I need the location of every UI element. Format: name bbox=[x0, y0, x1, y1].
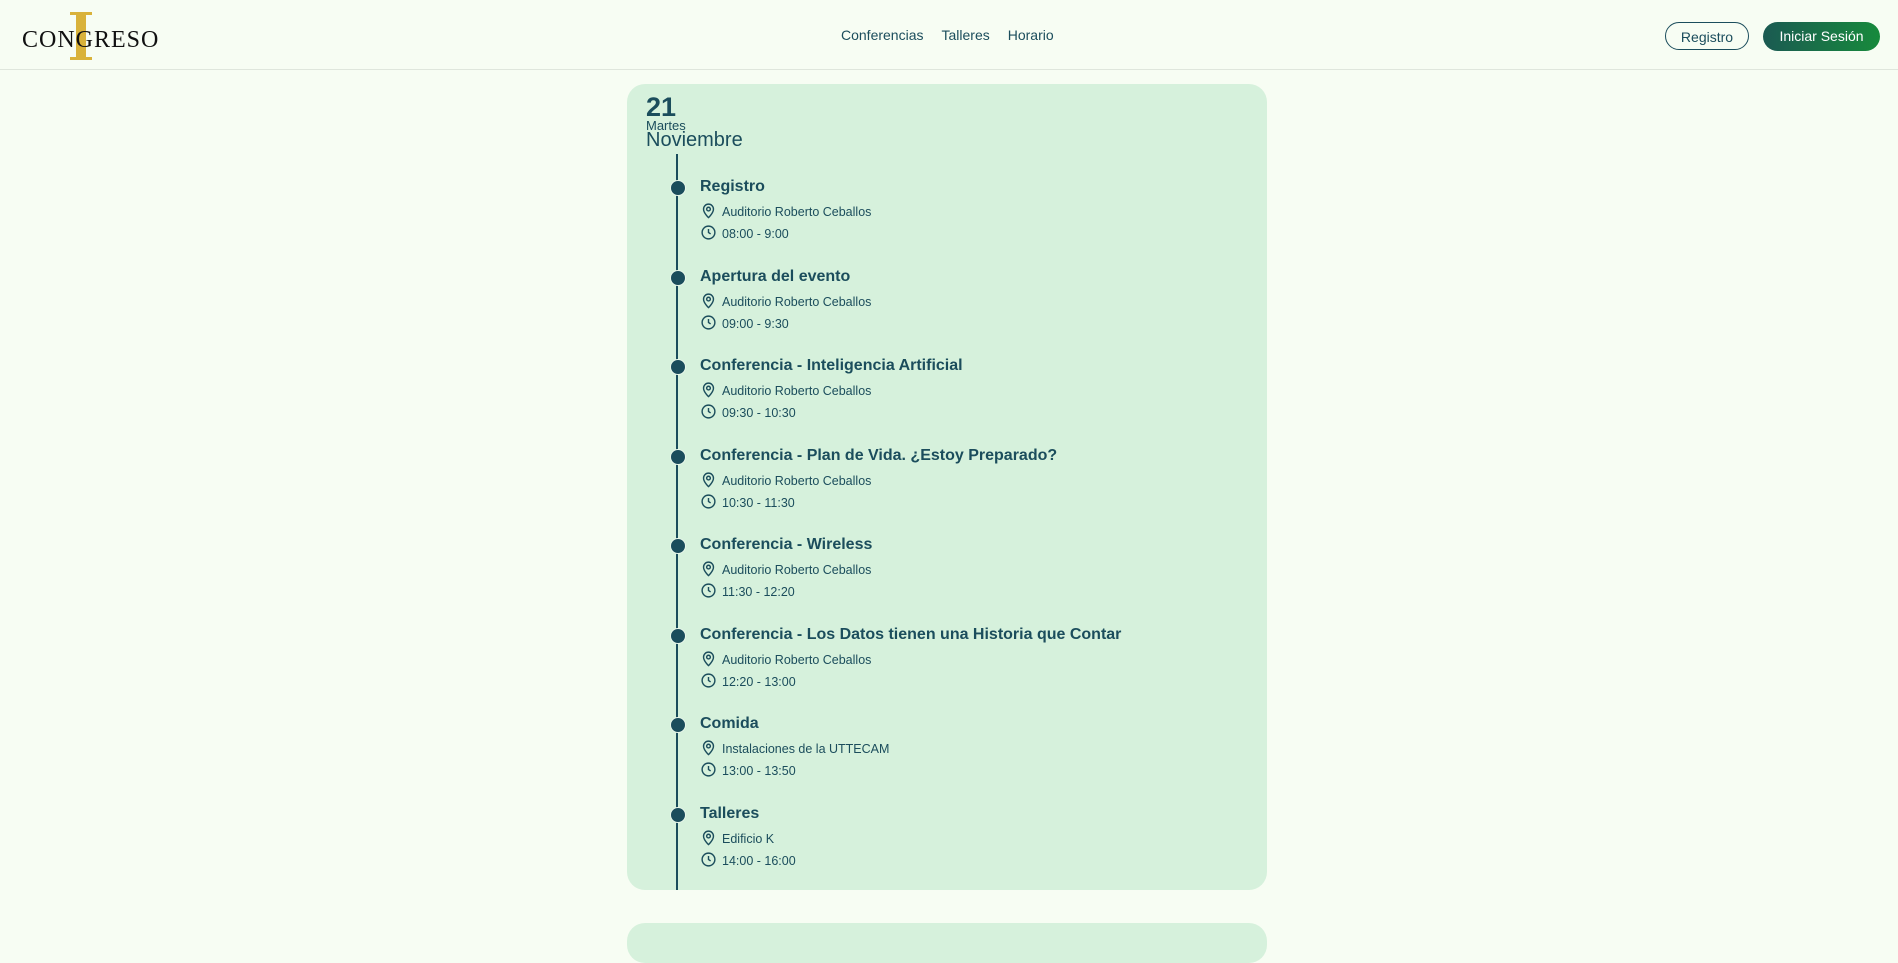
clock-icon bbox=[700, 314, 717, 334]
event-location-text: Auditorio Roberto Ceballos bbox=[722, 563, 872, 577]
month-label: Noviembre bbox=[646, 129, 743, 151]
event-location-text: Auditorio Roberto Ceballos bbox=[722, 652, 872, 667]
map-pin-icon bbox=[700, 471, 717, 491]
event-location-text: Auditorio Roberto Ceballos bbox=[722, 205, 872, 219]
event-title: Conferencia - Los Datos tienen una Histo… bbox=[700, 625, 1122, 643]
timeline-dot bbox=[670, 180, 686, 196]
event-time-text: 12:20 - 13:00 bbox=[722, 674, 796, 689]
site-header: CONGRESO Conferencias Talleres Horario R… bbox=[0, 0, 1898, 70]
main-nav: Conferencias Talleres Horario bbox=[841, 27, 1054, 43]
event-time: 10:30 - 11:30 bbox=[700, 493, 795, 513]
schedule-event: Conferencia - Plan de Vida. ¿Estoy Prepa… bbox=[627, 443, 1267, 531]
event-location: Instalaciones de la UTTECAM bbox=[700, 740, 889, 758]
event-title: Conferencia - Inteligencia Artificial bbox=[700, 357, 963, 374]
map-pin-icon bbox=[700, 381, 717, 401]
timeline-dot bbox=[670, 627, 686, 644]
timeline-dot bbox=[670, 359, 686, 375]
event-title: Apertura del evento bbox=[700, 267, 851, 285]
event-location-text: Auditorio Roberto Ceballos bbox=[722, 294, 872, 309]
clock-icon bbox=[700, 672, 717, 692]
clock-icon bbox=[700, 403, 717, 423]
schedule-event: Apertura del evento Auditorio Roberto Ceb… bbox=[627, 264, 1267, 352]
clock-icon bbox=[700, 224, 717, 244]
event-location: Auditorio Roberto Ceballos bbox=[700, 292, 872, 312]
event-location-text: Instalaciones de la UTTECAM bbox=[722, 742, 890, 756]
map-pin-icon bbox=[700, 650, 717, 670]
event-time: 11:30 - 12:20 bbox=[700, 583, 795, 601]
event-title: Conferencia - Wireless bbox=[700, 536, 873, 553]
map-pin-icon bbox=[700, 202, 717, 222]
login-button[interactable]: Iniciar Sesión bbox=[1763, 22, 1880, 51]
timeline-dot bbox=[670, 269, 686, 286]
schedule-event: Conferencia - Los Datos tienen una Histo… bbox=[627, 622, 1267, 710]
event-location-text: Auditorio Roberto Ceballos bbox=[722, 384, 872, 398]
timeline-dot bbox=[670, 538, 686, 554]
map-pin-icon bbox=[700, 739, 717, 759]
event-time-text: 10:30 - 11:30 bbox=[722, 495, 795, 510]
next-day-card bbox=[627, 923, 1267, 963]
clock-icon bbox=[700, 761, 717, 781]
schedule-event: Talleres Edificio K 14:00 - 16:00 bbox=[627, 801, 1267, 889]
event-location: Edificio K bbox=[700, 829, 775, 849]
event-location: Auditorio Roberto Ceballos bbox=[700, 203, 871, 221]
event-time: 14:00 - 16:00 bbox=[700, 851, 796, 871]
congreso-logo[interactable]: CONGRESO bbox=[22, 10, 160, 62]
clock-icon bbox=[700, 582, 717, 602]
schedule-event: Comida Instalaciones de la UTTECAM 13:00 -… bbox=[627, 711, 1267, 799]
event-title: Conferencia - Plan de Vida. ¿Estoy Prepa… bbox=[700, 446, 1058, 464]
event-location: Auditorio Roberto Ceballos bbox=[700, 471, 872, 491]
event-location-text: Edificio K bbox=[722, 831, 775, 846]
event-time-text: 09:30 - 10:30 bbox=[722, 406, 796, 420]
schedule-event: Registro Auditorio Roberto Ceballos 08:00 … bbox=[627, 174, 1267, 262]
timeline-dot bbox=[670, 806, 686, 823]
event-time-text: 11:30 - 12:20 bbox=[722, 585, 795, 599]
day-schedule-card: 21 Martes Noviembre Registro Auditorio Ro… bbox=[627, 84, 1267, 890]
event-time-text: 09:00 - 9:30 bbox=[722, 316, 789, 331]
clock-icon bbox=[700, 493, 717, 513]
schedule-event: Conferencia - Inteligencia Artificial Aud… bbox=[627, 353, 1267, 441]
event-time: 12:20 - 13:00 bbox=[700, 672, 796, 692]
nav-conferencias[interactable]: Conferencias bbox=[841, 27, 924, 43]
clock-icon bbox=[700, 851, 717, 871]
event-title: Registro bbox=[700, 178, 765, 195]
event-time-text: 14:00 - 16:00 bbox=[722, 853, 796, 868]
nav-horario[interactable]: Horario bbox=[1008, 27, 1054, 43]
map-pin-icon bbox=[700, 292, 717, 312]
nav-talleres[interactable]: Talleres bbox=[942, 27, 990, 43]
event-time: 13:00 - 13:50 bbox=[700, 762, 796, 780]
map-pin-icon bbox=[700, 560, 717, 580]
map-pin-icon bbox=[700, 829, 717, 849]
timeline-dot bbox=[670, 448, 686, 465]
event-location: Auditorio Roberto Ceballos bbox=[700, 382, 871, 400]
timeline-dot bbox=[670, 717, 686, 733]
event-title: Comida bbox=[700, 715, 759, 732]
event-time: 09:30 - 10:30 bbox=[700, 404, 796, 422]
event-time-text: 08:00 - 9:00 bbox=[722, 227, 789, 241]
event-time-text: 13:00 - 13:50 bbox=[722, 764, 796, 778]
event-location: Auditorio Roberto Ceballos bbox=[700, 561, 871, 579]
event-time: 09:00 - 9:30 bbox=[700, 314, 789, 334]
event-location-text: Auditorio Roberto Ceballos bbox=[722, 473, 872, 488]
logo-text: CONGRESO bbox=[22, 27, 160, 53]
register-button[interactable]: Registro bbox=[1665, 22, 1749, 50]
event-location: Auditorio Roberto Ceballos bbox=[700, 650, 872, 670]
event-time: 08:00 - 9:00 bbox=[700, 225, 789, 243]
event-title: Talleres bbox=[700, 804, 760, 822]
schedule-event: Conferencia - Wireless Auditorio Roberto … bbox=[627, 532, 1267, 620]
